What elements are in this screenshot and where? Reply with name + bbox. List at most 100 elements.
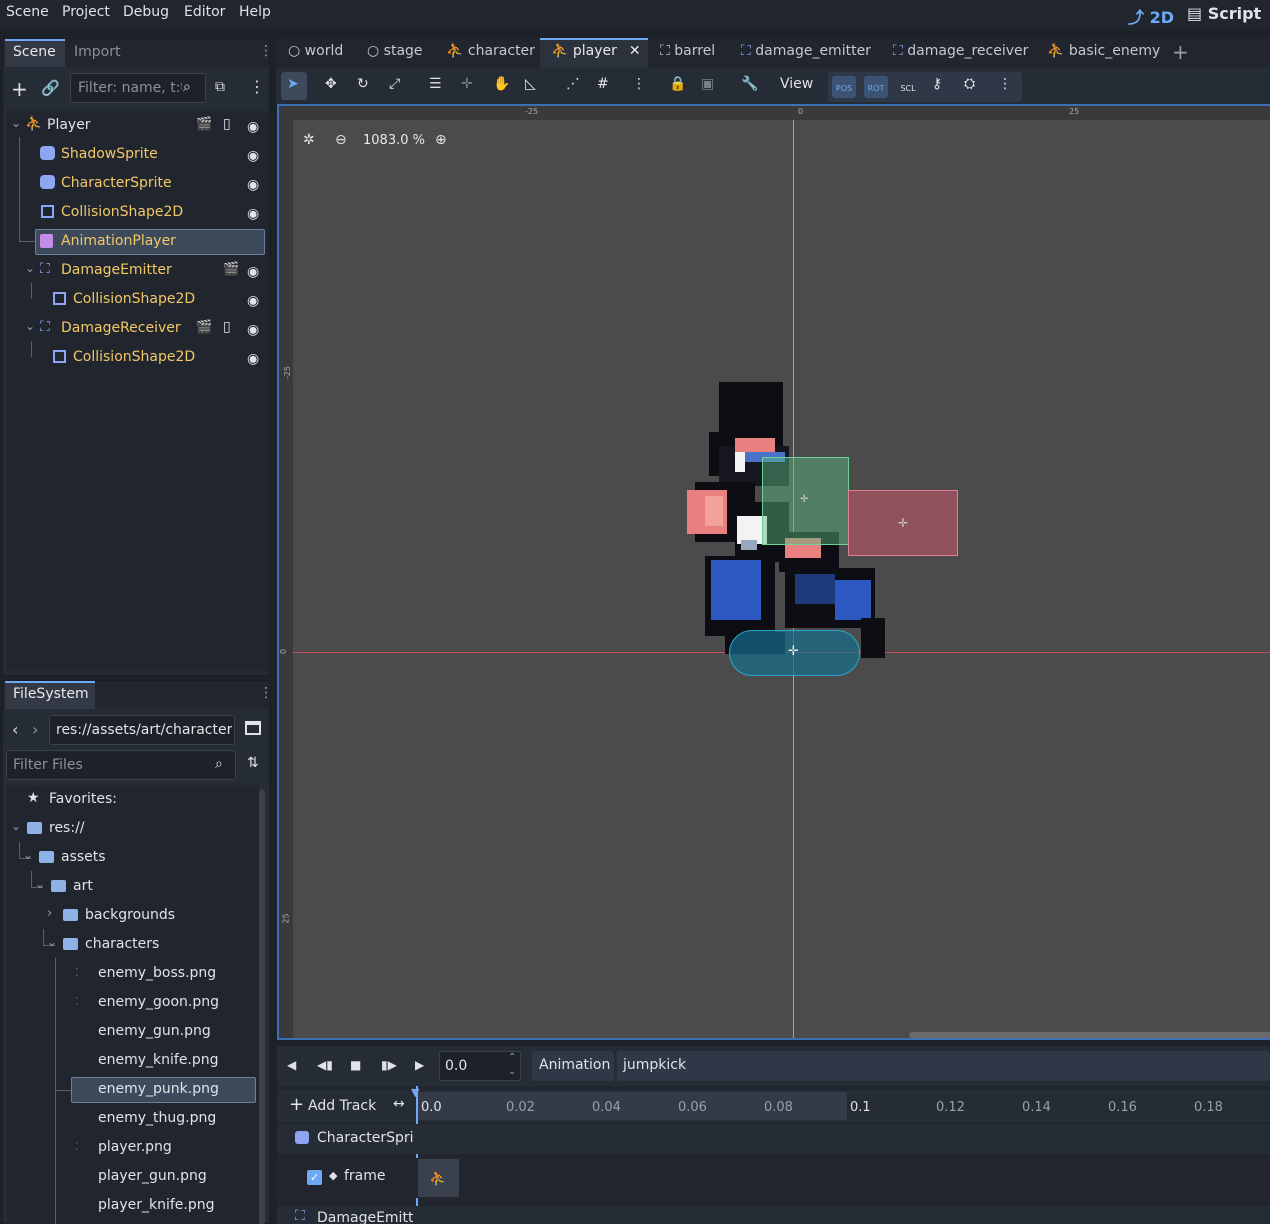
visibility-eye-icon[interactable]: ◉	[247, 206, 261, 222]
pan-tool-icon[interactable]: ✋	[493, 76, 510, 92]
keyframe-thumbnail[interactable]: ⛹	[418, 1159, 459, 1197]
mode-script-button[interactable]: ▤ Script	[1187, 4, 1261, 23]
split-view-icon[interactable]	[245, 721, 261, 735]
damage-emitter-shape[interactable]: ✛	[848, 490, 958, 556]
visibility-eye-icon[interactable]: ◉	[247, 322, 261, 338]
tab-barrel[interactable]: ⛶ barrel	[660, 43, 715, 71]
key-icon[interactable]: ⚷	[932, 76, 942, 92]
animation-selector[interactable]: jumpkick	[617, 1051, 1270, 1081]
viewport-scrollbar[interactable]	[909, 1032, 1270, 1038]
menu-project[interactable]: Project	[62, 4, 110, 20]
fs-file-player-knife[interactable]: player_knife.png	[7, 1193, 259, 1219]
tree-item-damagereceiver[interactable]: ⌄ ⛶ DamageReceiver 🎬 ▯ ◉	[7, 316, 275, 342]
center-view-icon[interactable]: ✲	[303, 132, 315, 148]
visibility-eye-icon[interactable]: ◉	[247, 119, 261, 135]
fs-file-enemy-punk[interactable]: enemy_punk.png	[7, 1077, 259, 1103]
add-tab-icon[interactable]: +	[1172, 40, 1189, 64]
key-scale-toggle[interactable]: SCL	[896, 76, 920, 98]
visibility-eye-icon[interactable]: ◉	[247, 148, 261, 164]
stop-icon[interactable]: ■	[350, 1058, 361, 1072]
tree-item-collisionshape2d[interactable]: CollisionShape2D ◉	[7, 200, 275, 226]
spin-up-icon[interactable]: ⌃	[508, 1052, 516, 1063]
lock-icon[interactable]: 🔒	[669, 76, 686, 92]
auto-key-icon[interactable]: ⛭	[964, 76, 975, 92]
fs-assets[interactable]: ⌄ assets	[7, 845, 259, 871]
tree-item-animationplayer[interactable]: AnimationPlayer	[7, 229, 275, 255]
scene-options-icon[interactable]: ⋮	[249, 77, 265, 96]
track-group-charactersprite[interactable]: CharacterSprit	[277, 1124, 1270, 1154]
chevron-down-icon[interactable]: ⌄	[23, 848, 33, 862]
tree-item-shadowsprite[interactable]: ShadowSprite ◉	[7, 142, 275, 168]
tab-stage[interactable]: ○ stage	[367, 43, 423, 71]
canvas-viewport[interactable]: -25 0 25 -25 0 25 ✲ ⊖ 1083.0 % ⊕ ✛ ✛ ✛	[277, 104, 1270, 1040]
play-backwards-icon[interactable]: ◀	[287, 1058, 296, 1072]
filter-files-input[interactable]: Filter Files ⌕	[6, 750, 236, 780]
tab-basic-enemy[interactable]: ⛹ basic_enemy	[1047, 43, 1160, 71]
group-icon[interactable]: ▣	[701, 76, 714, 92]
file-tree-scrollbar[interactable]	[259, 789, 265, 1224]
clapper-icon[interactable]: 🎬	[223, 262, 239, 277]
fs-file-enemy-thug[interactable]: enemy_thug.png	[7, 1106, 259, 1132]
scale-tool-icon[interactable]: ⤢	[389, 76, 400, 92]
play-backwards-from-end-icon[interactable]: ◀▮	[317, 1058, 333, 1072]
fs-file-enemy-gun[interactable]: enemy_gun.png	[7, 1019, 259, 1045]
list-select-icon[interactable]: ☰	[429, 76, 442, 92]
grid-snap-icon[interactable]: #	[597, 76, 609, 92]
script-attached-icon[interactable]: ▯	[223, 116, 231, 132]
close-icon[interactable]: ✕	[629, 43, 641, 59]
tab-damage-emitter[interactable]: ⛶ damage_emitter	[741, 43, 871, 71]
chevron-down-icon[interactable]: ⌄	[47, 935, 57, 949]
add-track-button[interactable]: Add Track	[308, 1098, 376, 1114]
dock-menu-icon[interactable]: ⋮	[259, 43, 273, 59]
zoom-level[interactable]: 1083.0 %	[363, 133, 425, 148]
fs-favorites[interactable]: ★ Favorites:	[7, 787, 259, 813]
dock-menu-icon[interactable]: ⋮	[259, 685, 273, 701]
chevron-right-icon[interactable]: ›	[47, 906, 52, 921]
chevron-down-icon[interactable]: ⌄	[25, 319, 35, 333]
back-icon[interactable]: ‹	[12, 720, 18, 739]
tree-item-collisionshape2d-emitter[interactable]: CollisionShape2D ◉	[7, 287, 275, 313]
tree-item-charactersprite[interactable]: CharacterSprite ◉	[7, 171, 275, 197]
visibility-eye-icon[interactable]: ◉	[247, 351, 261, 367]
tab-character[interactable]: ⛹ character	[446, 43, 535, 71]
time-spinbox[interactable]: 0.0 ⌃ ⌄	[439, 1051, 521, 1081]
bone-tool-icon[interactable]: 🔧	[741, 76, 758, 92]
fs-file-enemy-knife[interactable]: enemy_knife.png	[7, 1048, 259, 1074]
visibility-eye-icon[interactable]: ◉	[247, 177, 261, 193]
keyframe-options-icon[interactable]: ⋮	[998, 76, 1012, 92]
track-frame[interactable]: ✓ ◆ frame ⛹	[277, 1158, 1270, 1198]
scene-filter-input[interactable]: Filter: name, t:t ⌕	[70, 73, 206, 103]
collision-capsule-shape[interactable]: ✛	[729, 630, 860, 676]
track-enabled-checkbox[interactable]: ✓	[307, 1170, 322, 1185]
add-node-icon[interactable]: +	[11, 77, 28, 101]
script-attached-icon[interactable]: ▯	[223, 319, 231, 335]
animation-menu-button[interactable]: Animation	[532, 1051, 614, 1081]
track-group-damageemitter[interactable]: ⛶ DamageEmitte	[277, 1206, 1270, 1224]
menu-scene[interactable]: Scene	[6, 4, 49, 20]
tab-player[interactable]: ⛹ player ✕	[551, 43, 641, 71]
key-position-toggle[interactable]: POS	[832, 76, 856, 98]
chevron-down-icon[interactable]: ⌄	[25, 261, 35, 275]
select-tool-icon[interactable]: ➤	[287, 76, 299, 92]
tab-world[interactable]: ○ world	[288, 43, 343, 71]
clapper-icon[interactable]: 🎬	[196, 117, 212, 132]
damage-receiver-shape[interactable]: ✛	[762, 457, 849, 545]
zoom-in-icon[interactable]: ⊕	[435, 132, 447, 148]
playhead[interactable]	[416, 1086, 418, 1224]
sort-icon[interactable]: ⇅	[247, 755, 259, 771]
rotate-tool-icon[interactable]: ↻	[357, 76, 369, 92]
play-icon[interactable]: ▶	[415, 1058, 424, 1072]
tab-import[interactable]: Import	[74, 44, 120, 60]
fs-file-enemy-boss[interactable]: ⁚ enemy_boss.png	[7, 961, 259, 987]
smart-snap-icon[interactable]: ⋰	[566, 76, 580, 92]
key-rotation-toggle[interactable]: ROT	[864, 76, 888, 98]
visibility-eye-icon[interactable]: ◉	[247, 264, 261, 280]
tree-item-collisionshape2d-receiver[interactable]: CollisionShape2D ◉	[7, 345, 275, 371]
view-menu-button[interactable]: View	[780, 76, 813, 92]
fs-file-player[interactable]: ⁚ player.png	[7, 1135, 259, 1161]
instance-scene-icon[interactable]: ⧉	[215, 79, 225, 95]
play-from-start-icon[interactable]: ▮▶	[381, 1058, 397, 1072]
menu-help[interactable]: Help	[239, 4, 271, 20]
path-field[interactable]: res://assets/art/characters	[49, 715, 235, 745]
zoom-out-icon[interactable]: ⊖	[335, 132, 347, 148]
